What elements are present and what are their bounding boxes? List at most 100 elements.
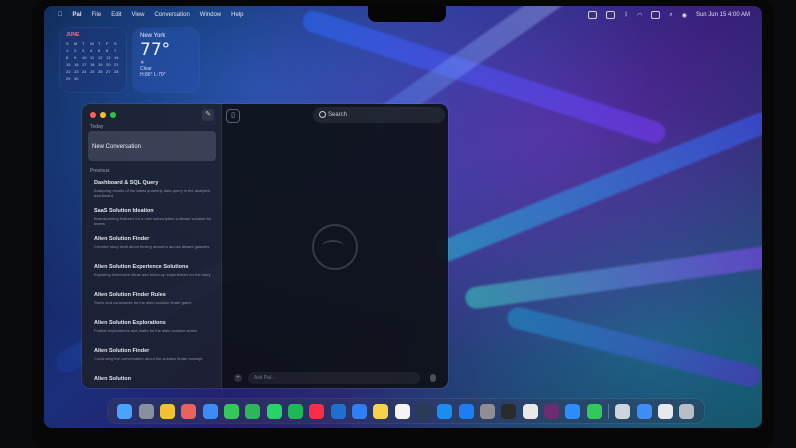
- steam-icon[interactable]: [415, 403, 431, 419]
- notes-icon[interactable]: [373, 403, 389, 419]
- search-input[interactable]: Search: [314, 108, 444, 122]
- close-window-button[interactable]: [90, 112, 96, 118]
- calendar-day: 24: [82, 69, 87, 74]
- calendar-day: 14: [114, 55, 119, 60]
- calendar-day: 28: [114, 69, 119, 74]
- mail-icon[interactable]: [351, 403, 367, 419]
- menu-conversation[interactable]: Conversation: [154, 12, 189, 18]
- calendar-day: 20: [106, 62, 111, 67]
- conversation-title: Alien Solution Explorations: [94, 320, 166, 326]
- attach-icon[interactable]: +: [234, 374, 242, 382]
- system-settings-icon[interactable]: [480, 403, 496, 419]
- conversation-item[interactable]: Alien Solution Finder Rules Rules and con…: [94, 292, 214, 310]
- vscode-icon[interactable]: [330, 403, 346, 419]
- calendar-weekday: S: [66, 41, 69, 46]
- calendar-day: 9: [74, 55, 77, 60]
- conversation-item[interactable]: Alien Solution: [94, 376, 214, 394]
- conversation-preview: Continuing the conversation about the so…: [94, 356, 203, 361]
- chrome-icon[interactable]: [159, 403, 175, 419]
- conversation-title: SaaS Solution Ideation: [94, 208, 154, 214]
- message-input[interactable]: Ask Pal...: [248, 372, 420, 384]
- calendar-icon[interactable]: [394, 403, 410, 419]
- conversation-title: Alien Solution Finder: [94, 236, 150, 242]
- new-chat-icon[interactable]: ✎: [202, 109, 214, 121]
- conversation-item[interactable]: Alien Solution Experience Solutions Explo…: [94, 264, 214, 282]
- battery-icon[interactable]: [606, 11, 616, 19]
- dock-separator: [608, 403, 610, 419]
- zoom-window-button[interactable]: [110, 112, 116, 118]
- app-menu[interactable]: Pal: [73, 12, 82, 18]
- xcode-icon[interactable]: [437, 403, 453, 419]
- menu-window[interactable]: Window: [200, 12, 221, 18]
- calendar-day: 29: [66, 76, 71, 81]
- photos-icon[interactable]: [181, 403, 197, 419]
- calendar-weekday: M: [74, 41, 78, 46]
- apple-menu-icon[interactable]: : [58, 12, 63, 18]
- calendar-widget[interactable]: JUNE S M T W T F S 1 2 3 4 5 6 7 8 9 10 11 12 13 14 15 16 17 18 1…: [60, 28, 126, 92]
- terminal-icon[interactable]: [501, 403, 517, 419]
- music-icon[interactable]: [309, 403, 325, 419]
- calendar-day: 13: [106, 55, 111, 60]
- preview-icon[interactable]: [615, 403, 631, 419]
- calendar-day: 2: [74, 48, 77, 53]
- conversation-item[interactable]: Alien Solution Finder Continuing the conv…: [94, 348, 214, 366]
- conversation-preview: Further explorations and drafts for the …: [94, 328, 198, 333]
- sidebar-toggle-icon[interactable]: ▯: [226, 109, 240, 123]
- spotify-icon[interactable]: [287, 403, 303, 419]
- calendar-day: 22: [66, 69, 71, 74]
- conversation-item[interactable]: Alien Solution Finder Creative story draf…: [94, 236, 214, 254]
- section-today: Today: [90, 124, 104, 130]
- facetime-icon[interactable]: [245, 403, 261, 419]
- calendar-day: 12: [98, 55, 103, 60]
- documents-folder-icon[interactable]: [658, 403, 674, 419]
- conversation-preview: Rules and constraints for the alien solu…: [94, 300, 192, 305]
- finder-icon[interactable]: [117, 403, 133, 419]
- minimize-window-button[interactable]: [100, 112, 106, 118]
- launchpad-icon[interactable]: [138, 403, 154, 419]
- search-icon: [319, 111, 326, 118]
- menu-edit[interactable]: Edit: [111, 12, 121, 18]
- microphone-icon[interactable]: [430, 374, 436, 382]
- calendar-day: 8: [66, 55, 69, 60]
- conversation-preview: Creative story draft about finding answe…: [94, 244, 210, 249]
- weather-city: New York: [140, 33, 166, 39]
- calendar-day: 1: [66, 48, 69, 53]
- camera-notch: [368, 6, 446, 22]
- appstore-icon[interactable]: [458, 403, 474, 419]
- wifi-icon[interactable]: ◠: [637, 12, 642, 19]
- menu-help[interactable]: Help: [231, 12, 243, 18]
- section-previous: Previous: [90, 168, 110, 174]
- safari-icon[interactable]: [202, 403, 218, 419]
- conversation-item[interactable]: Dashboard & SQL Query Analyzing results o…: [94, 180, 214, 198]
- calendar-grid: S M T W T F S 1 2 3 4 5 6 7 8 9 10 11 12 13 14 15 16 17 18 19 20 21…: [66, 41, 120, 81]
- menu-view[interactable]: View: [132, 12, 145, 18]
- menu-clock[interactable]: Sun Jun 15 4:00 AM: [696, 12, 750, 18]
- weather-widget[interactable]: New York 77° ☀ Clear H:86° L:70°: [133, 28, 199, 92]
- calendar-day: 3: [82, 48, 85, 53]
- messages-icon[interactable]: [223, 403, 239, 419]
- screen-mirroring-icon[interactable]: [588, 11, 598, 19]
- trash-icon[interactable]: [679, 403, 695, 419]
- menu-file[interactable]: File: [92, 12, 102, 18]
- control-center-icon[interactable]: [651, 11, 661, 19]
- calendar-day: 4: [90, 48, 93, 53]
- notion-icon[interactable]: [522, 403, 538, 419]
- whatsapp-icon[interactable]: [266, 403, 282, 419]
- conversation-item[interactable]: Alien Solution Explorations Further explo…: [94, 320, 214, 338]
- conversation-title: Alien Solution: [94, 376, 131, 382]
- slack-icon[interactable]: [544, 403, 560, 419]
- message-placeholder: Ask Pal...: [254, 375, 276, 381]
- calendar-weekday: T: [82, 41, 85, 46]
- conversation-item[interactable]: SaaS Solution Ideation Brainstorming feat…: [94, 208, 214, 226]
- search-spotlight-icon[interactable]: ⌕: [669, 12, 672, 19]
- app-logo-icon: [312, 224, 358, 270]
- calendar-weekday: T: [98, 41, 101, 46]
- siri-icon[interactable]: ◉: [682, 12, 687, 19]
- phone-icon[interactable]: [586, 403, 602, 419]
- calendar-day: 7: [114, 48, 117, 53]
- conversation-title: Alien Solution Finder Rules: [94, 292, 166, 298]
- bluetooth-icon[interactable]: ᛒ: [624, 12, 628, 18]
- zoom-icon[interactable]: [565, 403, 581, 419]
- downloads-folder-icon[interactable]: [636, 403, 652, 419]
- calendar-day: 25: [90, 69, 95, 74]
